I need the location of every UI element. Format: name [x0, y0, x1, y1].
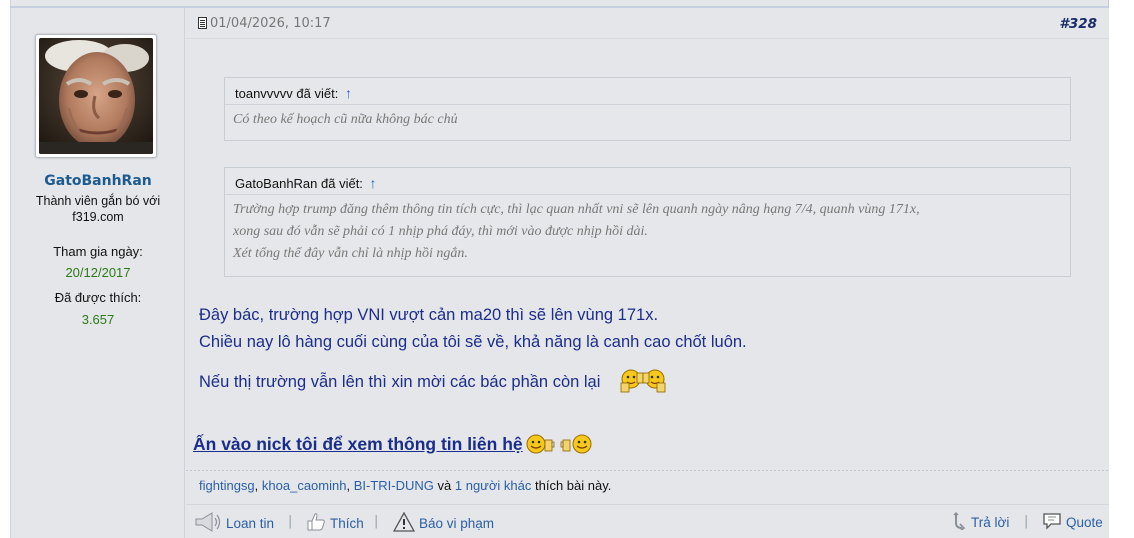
liker-link[interactable]: fightingsg	[199, 478, 255, 493]
likes-suffix: thích bài này.	[535, 478, 612, 493]
share-button[interactable]: Loan tin	[194, 512, 274, 535]
contact-info-link[interactable]: Ấn vào nick tôi để xem thông tin liên hệ	[193, 432, 603, 456]
share-label[interactable]: Loan tin	[226, 516, 274, 531]
quote-line: xong sau đó vẫn sẽ phải có 1 nhịp phá đá…	[233, 224, 648, 239]
quote-block: toanvvvvv đã viết: ↑ Có theo kế hoạch cũ…	[224, 77, 1071, 141]
quote-text: Trường hợp trump đăng thêm thông tin tíc…	[225, 194, 1070, 271]
like-label[interactable]: Thích	[330, 516, 364, 531]
quote-block: GatoBanhRan đã viết: ↑ Trường hợp trump …	[224, 167, 1071, 277]
user-title-line2: f319.com	[72, 210, 124, 224]
reply-button[interactable]: Trả lời	[953, 512, 1009, 533]
post-date: 01/04/2026, 10:17	[198, 16, 331, 31]
quote-bubble-icon	[1042, 512, 1062, 533]
likes-connector: và	[437, 478, 452, 493]
quote-line: Trường hợp trump đăng thêm thông tin tíc…	[233, 202, 920, 217]
reply-icon	[953, 512, 967, 533]
likes-comma: ,	[346, 478, 351, 493]
post-number[interactable]: #328	[1059, 16, 1097, 32]
liker-link[interactable]: BI-TRI-DUNG	[354, 478, 434, 493]
quote-author-text: toanvvvvv đã viết:	[235, 86, 339, 101]
reply-label[interactable]: Trả lời	[971, 515, 1009, 530]
message-line-text: Nếu thị trường vẫn lên thì xin mời các b…	[199, 372, 601, 391]
report-label[interactable]: Báo vi phạm	[419, 516, 494, 531]
joined-label: Tham gia ngày:	[53, 244, 143, 259]
quote-button[interactable]: Quote	[1042, 512, 1103, 533]
liker-link[interactable]: khoa_caominh	[262, 478, 347, 493]
likes-summary: fightingsg, khoa_caominh, BI-TRI-DUNG và…	[199, 478, 611, 493]
user-title: Thành viên gắn bó với f319.com	[11, 193, 185, 225]
like-button[interactable]: Thích	[306, 512, 364, 535]
avatar-photo	[39, 38, 153, 154]
likes-divider	[186, 470, 1109, 471]
smiley-beer-icon	[525, 432, 603, 456]
likes-received-value: 3.657	[81, 312, 115, 327]
message-line: Đây bác, trường hợp VNI vượt cản ma20 th…	[199, 306, 659, 324]
post-date-text[interactable]: 01/04/2026, 10:17	[210, 16, 331, 31]
report-button[interactable]: Báo vi phạm	[392, 511, 494, 535]
warning-icon	[392, 511, 416, 535]
action-separator: |	[1024, 514, 1029, 529]
quote-text: Có theo kế hoạch cũ nữa không bác chủ	[225, 104, 1070, 137]
post-body: 01/04/2026, 10:17 #328 toanvvvvv đã viết…	[186, 8, 1109, 538]
action-separator: |	[288, 514, 293, 529]
user-panel: GatoBanhRan Thành viên gắn bó với f319.c…	[11, 8, 185, 538]
quote-author-text: GatoBanhRan đã viết:	[235, 176, 363, 191]
jump-to-quote-arrow-icon[interactable]: ↑	[370, 175, 377, 191]
username[interactable]: GatoBanhRan	[11, 173, 185, 189]
action-separator: |	[374, 514, 379, 529]
user-title-line1: Thành viên gắn bó với	[35, 194, 161, 208]
likes-received-label: Đã được thích:	[54, 290, 142, 305]
joined-value: 20/12/2017	[65, 265, 131, 280]
contact-info-link-text[interactable]: Ấn vào nick tôi để xem thông tin liên hệ	[193, 434, 523, 455]
quote-author: GatoBanhRan đã viết: ↑	[225, 168, 1070, 194]
smiley-cheers-icon	[615, 367, 671, 398]
quote-author: toanvvvvv đã viết: ↑	[225, 78, 1070, 104]
other-likers-link[interactable]: 1 người khác	[455, 478, 532, 493]
message-line: Chiều nay lô hàng cuối cùng của tôi sẽ v…	[199, 333, 747, 351]
thumbs-up-icon	[306, 512, 326, 535]
actions-divider	[186, 504, 1109, 505]
avatar[interactable]	[35, 34, 157, 158]
header-divider	[186, 38, 1109, 39]
quote-line: Xét tổng thể đây vẫn chỉ là nhịp hồi ngắ…	[233, 246, 468, 261]
document-icon[interactable]	[198, 16, 207, 29]
jump-to-quote-arrow-icon[interactable]: ↑	[345, 85, 352, 101]
quote-line: Có theo kế hoạch cũ nữa không bác chủ	[233, 112, 458, 127]
message-line-3: Nếu thị trường vẫn lên thì xin mời các b…	[199, 367, 671, 398]
megaphone-icon	[194, 512, 222, 535]
likes-comma: ,	[254, 478, 259, 493]
quote-label[interactable]: Quote	[1066, 515, 1103, 530]
